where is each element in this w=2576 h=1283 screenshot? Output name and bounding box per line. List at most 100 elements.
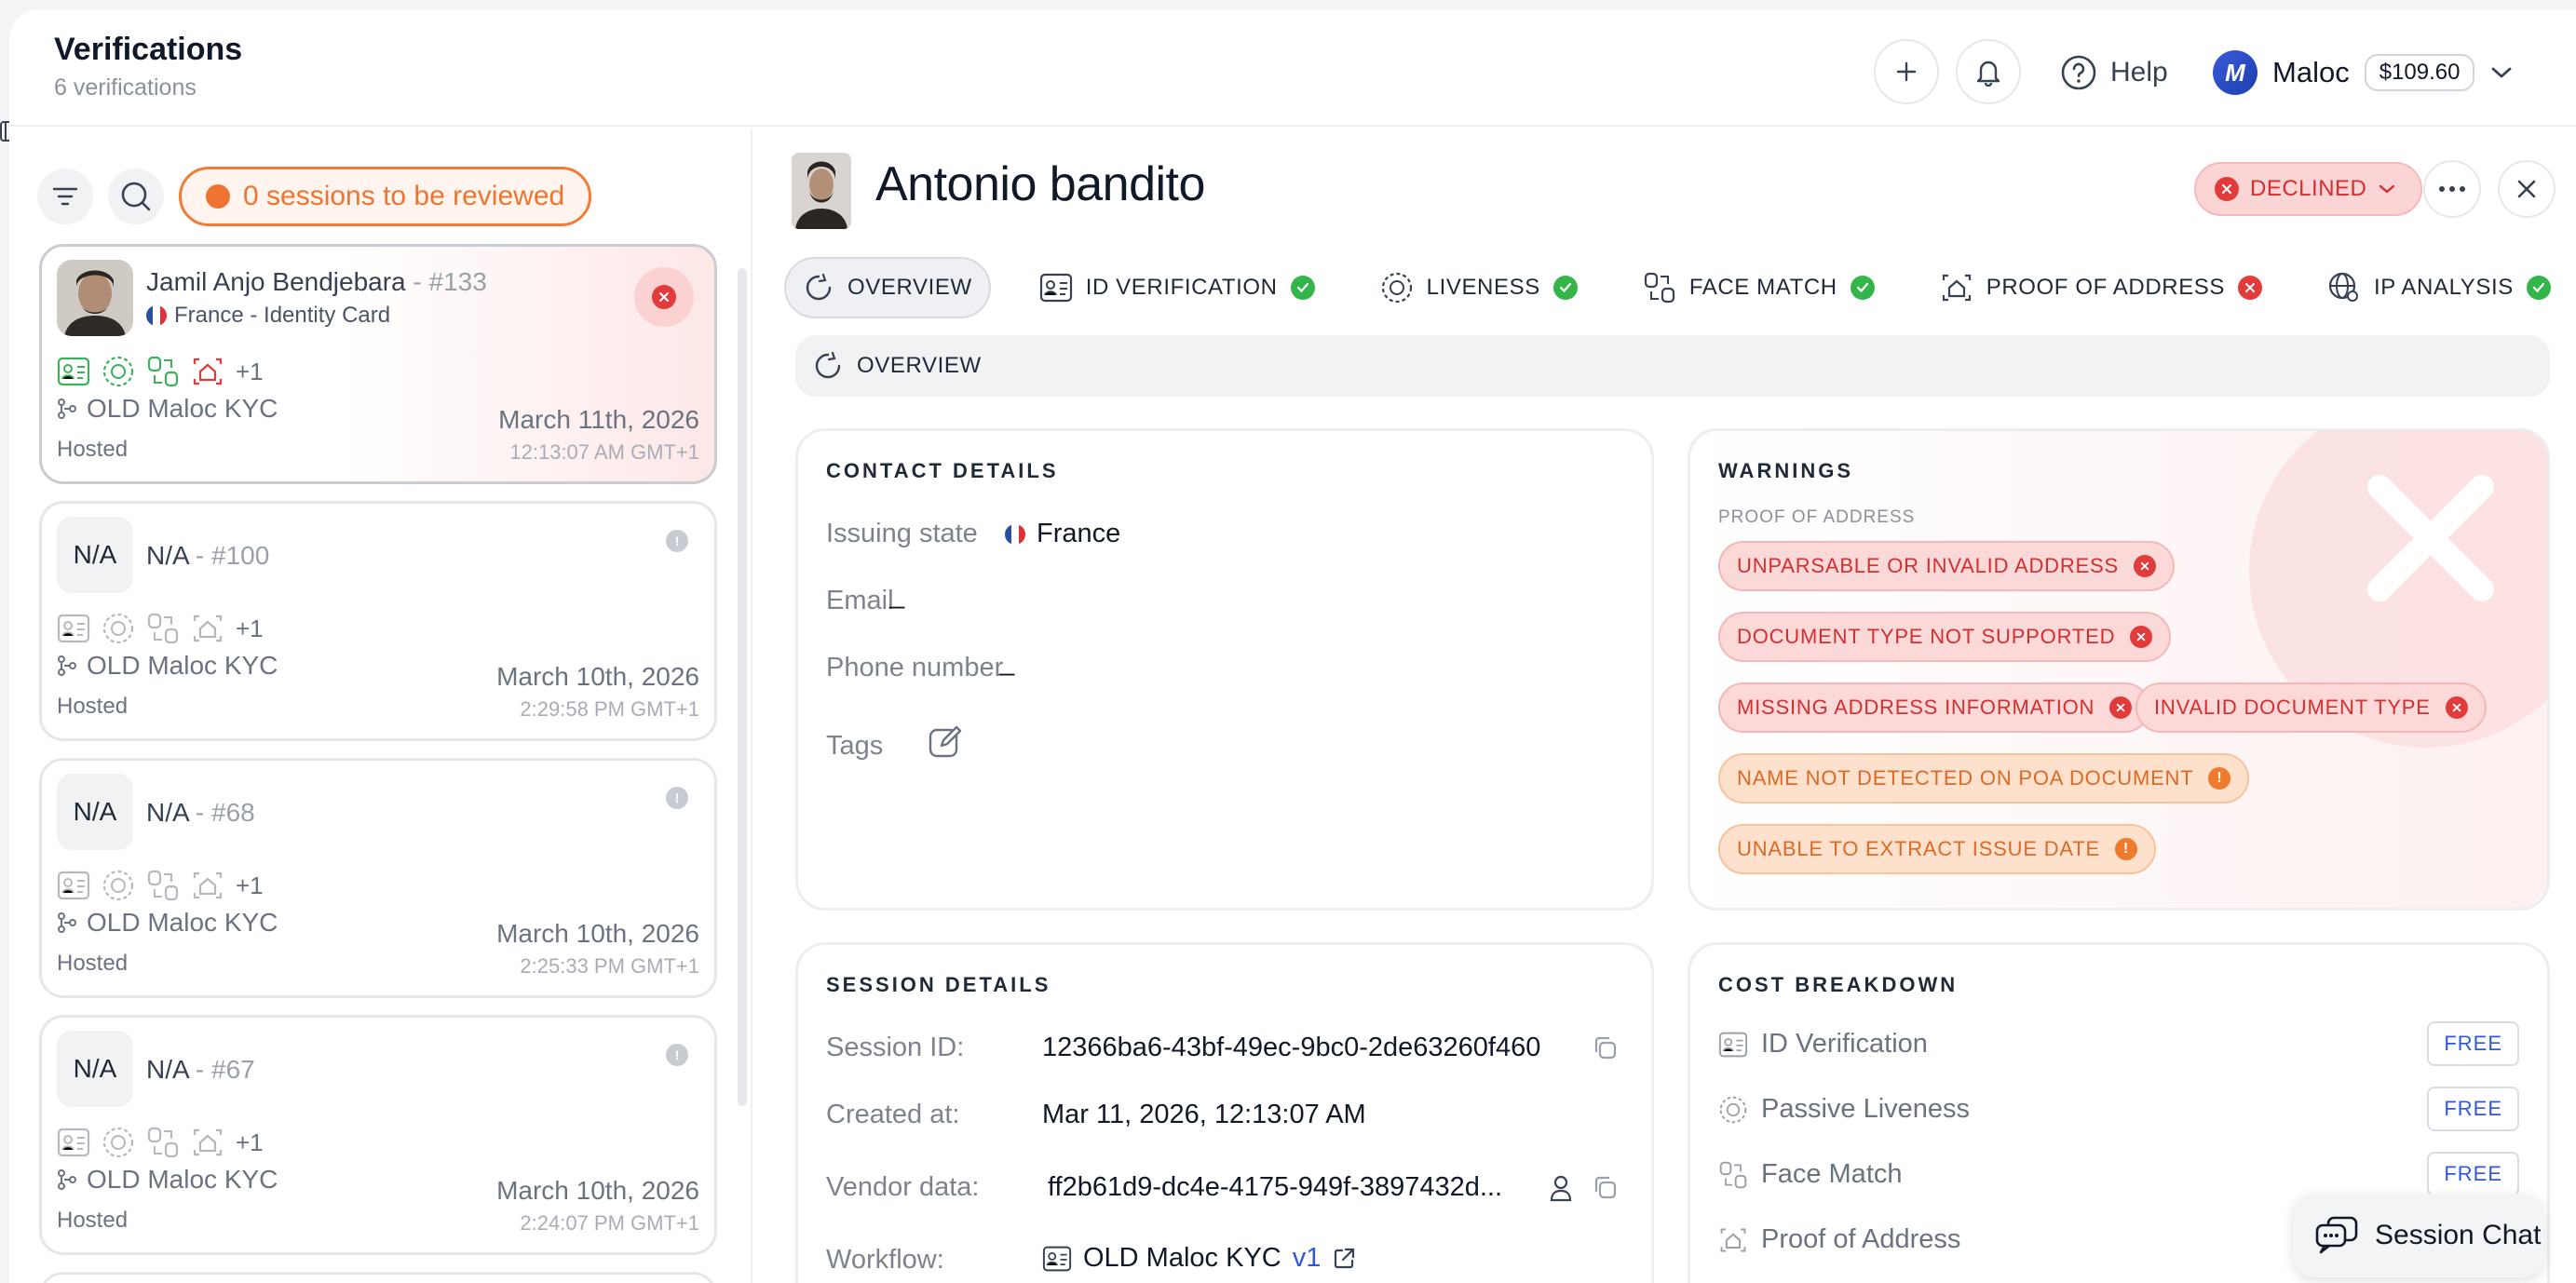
session-number: - #67 — [195, 1055, 255, 1084]
filter-button[interactable] — [37, 169, 93, 224]
warning-label: MISSING ADDRESS INFORMATION — [1737, 696, 2095, 719]
sidebar-scrollbar[interactable] — [738, 268, 747, 1106]
search-button[interactable] — [108, 169, 164, 224]
panel-title: SESSION DETAILS — [826, 973, 1051, 996]
session-country-text: France - Identity Card — [174, 303, 391, 328]
face-match-icon — [147, 613, 179, 644]
workflow-value: OLD Maloc KYC v1 — [1042, 1243, 1356, 1274]
tab-label: ID VERIFICATION — [1085, 275, 1278, 300]
session-mode: Hosted — [57, 437, 129, 462]
session-detail: Antonio bandito DECLINED OVERVIEW ID VER… — [754, 128, 2576, 1283]
session-card[interactable]: Jamil Anjo Bendjebara - #133 France - Id… — [39, 244, 717, 484]
open-workflow-link[interactable] — [1332, 1247, 1356, 1271]
status-dropdown[interactable]: DECLINED — [2194, 162, 2423, 216]
france-flag-icon — [146, 305, 167, 326]
phone-value: _ — [999, 647, 1015, 677]
notifications-button[interactable] — [1956, 39, 2021, 104]
workflow-version: v1 — [1292, 1243, 1322, 1273]
session-name: N/A - #100 — [146, 541, 269, 571]
tab-proof-of-address[interactable]: PROOF OF ADDRESS — [1923, 257, 2279, 318]
session-card[interactable]: N/A N/A - #67 ! +1 OLD Maloc KYC Hosted … — [39, 1015, 717, 1255]
france-flag-icon — [1005, 523, 1025, 545]
copy-vendor-data-button[interactable] — [1592, 1174, 1618, 1200]
id-card-icon — [1042, 1246, 1072, 1271]
vendor-label: Vendor data: — [826, 1172, 980, 1202]
proof-of-address-icon — [193, 614, 223, 642]
session-card[interactable] — [39, 1272, 717, 1283]
warning-badge: UNPARSABLE OR INVALID ADDRESS — [1718, 541, 2175, 591]
id-card-icon — [1718, 1032, 1748, 1057]
session-chat-button[interactable]: Session Chat — [2293, 1194, 2544, 1277]
app-window: Verifications 6 verifications Help M Mal… — [9, 9, 2576, 1283]
face-match-icon — [147, 356, 179, 387]
warnings-panel: WARNINGS PROOF OF ADDRESS UNPARSABLE OR … — [1688, 428, 2550, 911]
issuing-state-text: France — [1037, 519, 1121, 548]
session-mode: Hosted — [57, 1208, 129, 1233]
status-label: DECLINED — [2250, 176, 2367, 201]
edit-tags-button[interactable] — [927, 723, 964, 761]
page-title: Verifications — [54, 32, 243, 67]
face-match-icon — [147, 1127, 179, 1158]
face-photo-icon — [57, 260, 133, 336]
x-circle-icon — [652, 285, 676, 309]
help-link[interactable]: Help — [2060, 45, 2168, 101]
cost-label: ID Verification — [1761, 1029, 1928, 1059]
session-avatar: N/A — [57, 517, 133, 593]
applicant-photo — [792, 153, 851, 229]
tab-label: FACE MATCH — [1688, 275, 1837, 300]
vendor-user-icon[interactable] — [1549, 1174, 1573, 1202]
session-date: March 10th, 2026 — [496, 919, 699, 948]
extra-checks-count: +1 — [236, 1128, 264, 1156]
tab-overview[interactable]: OVERVIEW — [784, 257, 991, 318]
close-icon — [2517, 180, 2536, 198]
chat-label: Session Chat — [2375, 1220, 2542, 1250]
x-mark-icon — [2367, 475, 2494, 601]
tab-liveness[interactable]: LIVENESS — [1363, 257, 1594, 318]
cost-label: Face Match — [1761, 1159, 1903, 1189]
session-time: 2:25:33 PM GMT+1 — [520, 954, 699, 978]
globe-icon — [2328, 272, 2359, 302]
help-label: Help — [2110, 57, 2168, 88]
cost-label: Passive Liveness — [1761, 1094, 1971, 1124]
session-number: - #100 — [195, 541, 270, 570]
account-menu[interactable]: M Maloc $109.60 — [2213, 45, 2514, 101]
extra-checks-count: +1 — [236, 357, 264, 385]
cost-row: ID Verification — [1718, 1029, 1928, 1060]
sessions-sidebar: 0 sessions to be reviewed Jamil Anjo Ben… — [9, 128, 752, 1283]
cost-row: Proof of Address — [1718, 1224, 1960, 1255]
session-card[interactable]: N/A N/A - #100 ! +1 OLD Maloc KYC Hosted… — [39, 501, 717, 741]
created-value: Mar 11, 2026, 12:13:07 AM — [1042, 1100, 1366, 1129]
more-icon — [2439, 186, 2465, 192]
overview-icon — [806, 273, 832, 301]
tab-face-match[interactable]: FACE MATCH — [1626, 257, 1891, 318]
session-card[interactable]: N/A N/A - #68 ! +1 OLD Maloc KYC Hosted … — [39, 758, 717, 998]
id-card-icon — [1039, 273, 1072, 303]
external-link-icon — [1335, 1248, 1355, 1268]
review-filter-button[interactable]: 0 sessions to be reviewed — [179, 167, 592, 226]
email-label: Email — [826, 586, 894, 615]
check-icons: +1 — [57, 612, 264, 645]
session-avatar — [57, 260, 133, 336]
plus-icon — [1896, 61, 1917, 82]
add-button[interactable] — [1874, 39, 1939, 104]
session-name: N/A - #68 — [146, 798, 255, 828]
tags-label: Tags — [826, 731, 884, 761]
tab-ip-analysis[interactable]: IP ANALYSIS — [2311, 257, 2568, 318]
warning-badge: UNABLE TO EXTRACT ISSUE DATE ! — [1718, 824, 2156, 874]
balance-badge: $109.60 — [2364, 54, 2475, 91]
liveness-icon — [1381, 272, 1412, 304]
workflow-icon — [58, 655, 76, 676]
issuing-state-label: Issuing state — [826, 519, 978, 548]
tab-id-verification[interactable]: ID VERIFICATION — [1023, 257, 1332, 318]
check-circle-icon — [1850, 276, 1875, 300]
overview-icon — [815, 351, 841, 379]
check-icons: +1 — [57, 355, 264, 388]
proof-of-address-icon — [193, 871, 223, 899]
face-photo-icon — [792, 153, 851, 229]
email-value: _ — [889, 580, 905, 610]
copy-session-id-button[interactable] — [1592, 1034, 1618, 1060]
more-options-button[interactable] — [2423, 160, 2481, 218]
session-name-text: N/A — [146, 798, 189, 827]
close-button[interactable] — [2498, 160, 2556, 218]
review-indicator-icon — [206, 184, 230, 209]
